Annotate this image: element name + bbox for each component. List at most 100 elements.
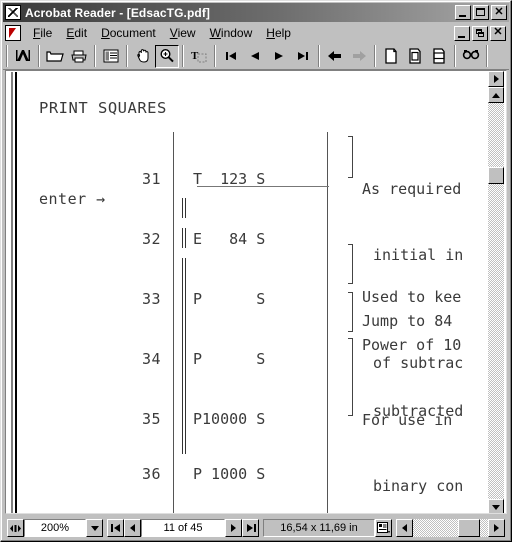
zoom-dropdown-button[interactable] — [86, 519, 103, 537]
double-bar-mark — [182, 258, 186, 454]
vscroll-track[interactable] — [488, 103, 504, 499]
toolbar-separator — [38, 45, 40, 67]
line-number-column: 31 32 33 34 35 36 37 38 39 40 41 42 — [115, 142, 161, 513]
document-viewport[interactable]: PRINT SQUARES enter → 31 32 33 34 35 36 … — [5, 70, 507, 514]
window-title: Acrobat Reader - [EdsacTG.pdf] — [25, 5, 211, 20]
line-number: 33 — [141, 290, 161, 308]
enter-marker: enter → — [39, 190, 106, 208]
instruction: P 1000 S — [193, 464, 266, 483]
toolbar-separator — [214, 45, 216, 67]
toolbar-separator — [182, 45, 184, 67]
annotation-line: Power of 10 — [362, 336, 462, 354]
toolbar: T — [3, 43, 509, 70]
menu-file[interactable]: File — [26, 24, 59, 42]
previous-page-icon[interactable] — [243, 44, 267, 68]
go-back-icon[interactable] — [323, 44, 347, 68]
zoom-level-field[interactable]: 200% — [24, 519, 86, 537]
page-size-field: 16,54 x 11,69 in — [263, 519, 375, 537]
instruction: E 84 S — [193, 230, 266, 248]
chevron-down-icon — [492, 504, 500, 510]
menu-edit[interactable]: Edit — [59, 24, 94, 42]
menu-view[interactable]: View — [163, 24, 203, 42]
status-last-page-button[interactable] — [242, 519, 259, 537]
next-page-icon[interactable] — [267, 44, 291, 68]
menu-document[interactable]: Document — [94, 24, 163, 42]
window-controls: ✕ — [455, 5, 507, 20]
status-bar: 200% 11 of 45 16,54 x 11,69 in — [3, 517, 509, 539]
chevron-right-icon — [494, 524, 499, 532]
toolbar-separator — [454, 45, 456, 67]
show-hide-navigation-pane-icon[interactable] — [99, 44, 123, 68]
double-bar-mark — [182, 228, 186, 248]
menu-bar: File Edit Document View Window Help ✕ — [3, 23, 509, 43]
chevron-left-icon — [402, 524, 407, 532]
open-file-icon[interactable] — [43, 44, 67, 68]
menu-window[interactable]: Window — [203, 24, 260, 42]
annotation-bracket — [348, 136, 353, 178]
toolbar-separator — [94, 45, 96, 67]
hand-tool-icon[interactable] — [131, 44, 155, 68]
status-previous-page-button[interactable] — [124, 519, 141, 537]
annotation-bracket — [348, 292, 353, 332]
toolbar-separator — [318, 45, 320, 67]
hscroll-right-button[interactable] — [488, 519, 505, 537]
go-forward-icon[interactable] — [347, 44, 371, 68]
acrobat-reader-window: Acrobat Reader - [EdsacTG.pdf] ✕ File Ed… — [0, 0, 512, 542]
line-number: 34 — [141, 350, 161, 368]
status-first-page-button[interactable] — [107, 519, 124, 537]
chevron-right-icon — [231, 524, 236, 532]
annotation-line: As required — [362, 180, 462, 198]
mdi-restore-button[interactable] — [472, 25, 488, 41]
toolbar-separator — [126, 45, 128, 67]
page-layout-button[interactable] — [375, 519, 392, 537]
hscroll-thumb[interactable] — [458, 519, 480, 537]
line-number: 31 — [141, 170, 161, 188]
pdf-page: PRINT SQUARES enter → 31 32 33 34 35 36 … — [15, 72, 483, 513]
menu-help[interactable]: Help — [259, 24, 298, 42]
vscroll-thumb[interactable] — [488, 167, 504, 184]
fit-width-icon[interactable] — [427, 44, 451, 68]
vscroll-up-button[interactable] — [488, 87, 504, 103]
line-number: 36 — [141, 464, 161, 483]
find-icon[interactable] — [459, 44, 483, 68]
vscroll-down-button[interactable] — [488, 499, 504, 513]
hscroll-right-arrow-top[interactable] — [488, 71, 504, 87]
acrobat-icon — [5, 5, 21, 20]
line-number: 32 — [141, 230, 161, 248]
hscroll-left-button[interactable] — [396, 519, 413, 537]
actual-size-icon[interactable] — [379, 44, 403, 68]
vertical-scrollbar[interactable] — [488, 87, 504, 513]
instruction: P S — [193, 290, 266, 308]
document-client-area: PRINT SQUARES enter → 31 32 33 34 35 36 … — [3, 70, 509, 516]
annotation-bracket — [348, 338, 353, 416]
table-rule-left — [173, 132, 174, 513]
status-next-page-button[interactable] — [225, 519, 242, 537]
toolbar-separator — [6, 45, 8, 67]
table-rule-right — [327, 132, 328, 513]
line-number: 35 — [141, 410, 161, 428]
maximize-button[interactable] — [473, 5, 489, 20]
last-page-icon[interactable] — [291, 44, 315, 68]
fit-page-icon[interactable] — [403, 44, 427, 68]
annotation-line: For use in — [362, 411, 453, 429]
chevron-down-icon — [90, 525, 99, 531]
section-divider — [197, 186, 329, 187]
document-icon[interactable] — [5, 25, 21, 41]
print-icon[interactable] — [67, 44, 91, 68]
mdi-minimize-button[interactable] — [454, 25, 470, 41]
instruction-column: T 123 S E 84 S P S P S P10000 S P 1000 S… — [193, 142, 283, 513]
text-select-tool-icon[interactable]: T — [187, 44, 211, 68]
zoom-stepper-button[interactable] — [7, 519, 24, 537]
title-bar: Acrobat Reader - [EdsacTG.pdf] ✕ — [3, 3, 509, 22]
close-button[interactable]: ✕ — [491, 5, 507, 20]
mdi-close-button[interactable]: ✕ — [490, 25, 506, 41]
minimize-button[interactable] — [455, 5, 471, 20]
horizontal-scrollbar[interactable] — [396, 519, 505, 537]
first-page-icon[interactable] — [219, 44, 243, 68]
page-number-field[interactable]: 11 of 45 — [141, 519, 225, 537]
toolbar-separator — [486, 45, 488, 67]
chevron-right-icon — [493, 75, 499, 83]
zoom-tool-icon[interactable] — [155, 44, 179, 68]
page-title: PRINT SQUARES — [39, 99, 167, 117]
acrobat-logo-icon[interactable] — [11, 44, 35, 68]
